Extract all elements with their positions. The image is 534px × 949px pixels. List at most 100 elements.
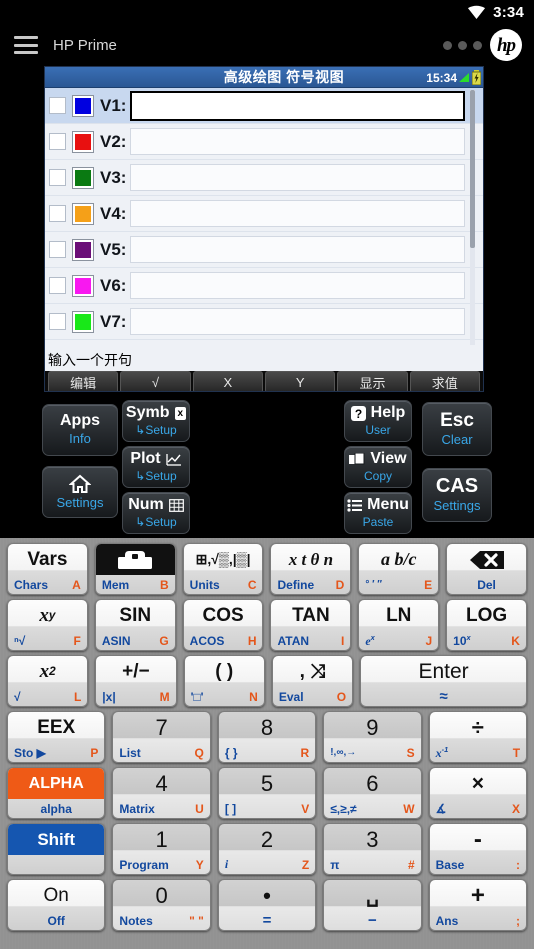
var-label-v3: V3: (100, 167, 127, 187)
plot-label: Plot (130, 450, 181, 468)
softkey-show[interactable]: 显示 (337, 371, 408, 391)
one-key[interactable]: 1 Program Y (112, 823, 211, 875)
six-key[interactable]: 6 ≤,≥,≠ W (323, 767, 422, 819)
ln-key-alpha: J (425, 633, 433, 648)
tan-key[interactable]: TAN ATAN I (270, 599, 352, 651)
delete-key[interactable]: Del (446, 543, 527, 595)
ln-key[interactable]: LN ex J (358, 599, 440, 651)
color-swatch-v4[interactable] (72, 202, 94, 225)
power-key[interactable]: xy ⁿ√ F (7, 599, 88, 651)
checkbox-v4[interactable] (49, 205, 66, 222)
softkey-y[interactable]: Y (264, 371, 336, 391)
checkbox-v5[interactable] (49, 241, 66, 258)
var-input-v7[interactable] (130, 308, 465, 335)
cas-button[interactable]: CAS Settings (422, 468, 492, 522)
square-key-top: x2 (39, 660, 56, 682)
shift-key[interactable]: Shift (7, 823, 106, 875)
var-row-v5[interactable]: V5: (45, 232, 483, 268)
color-swatch-v5[interactable] (72, 238, 94, 261)
define-key[interactable]: x t θ n Define D (270, 543, 352, 595)
eex-key[interactable]: EEX Sto ▶ P (7, 711, 106, 763)
fraction-key[interactable]: a b/c ° ′ ″ E (358, 543, 440, 595)
var-label-v5: V5: (100, 239, 127, 259)
color-swatch-v6[interactable] (72, 274, 94, 297)
var-input-v2[interactable] (130, 128, 465, 155)
space-key-shift: − (368, 912, 377, 929)
square-key[interactable]: x2 √ L (7, 655, 89, 707)
on-key[interactable]: On Off (7, 879, 106, 931)
vars-key[interactable]: Vars Chars A (7, 543, 88, 595)
decimal-key[interactable]: • = (217, 879, 317, 931)
zero-key[interactable]: 0 Notes " " (112, 879, 211, 931)
mem-key[interactable]: Mem B (94, 543, 176, 595)
color-swatch-v7[interactable] (72, 310, 94, 333)
softkey-check[interactable]: √ (120, 371, 191, 391)
alpha-key[interactable]: ALPHA alpha (7, 767, 106, 819)
symb-button[interactable]: Symb x ↳Setup (122, 400, 190, 442)
six-key-top: 6 (366, 770, 379, 796)
softkey-x[interactable]: X (192, 371, 263, 391)
var-row-v7[interactable]: V7: (45, 304, 483, 340)
var-input-v3[interactable] (130, 164, 465, 191)
nine-key[interactable]: 9 !,∞,→ S (323, 711, 422, 763)
five-key[interactable]: 5 [ ] V (217, 767, 317, 819)
space-key[interactable]: ␣ − (323, 879, 422, 931)
var-row-v1[interactable]: V1: (45, 88, 483, 124)
list-scrollbar-thumb[interactable] (470, 90, 475, 248)
checkbox-v3[interactable] (49, 169, 66, 186)
checkbox-v6[interactable] (49, 277, 66, 294)
hamburger-menu-icon[interactable] (14, 36, 38, 54)
keypad-row-6: Shift 1 Program Y 2 i Z 3 π # - Base: (0, 823, 534, 875)
one-key-top: 1 (155, 826, 168, 852)
help-button[interactable]: ? Help User (344, 400, 412, 442)
checkbox-v1[interactable] (49, 97, 66, 114)
two-key[interactable]: 2 i Z (217, 823, 317, 875)
var-input-v5[interactable] (130, 236, 465, 263)
multiply-key[interactable]: × ∡ X (428, 767, 528, 819)
var-input-v4[interactable] (130, 200, 465, 227)
log-key-top: LOG (465, 604, 508, 626)
cos-key[interactable]: COS ACOS H (182, 599, 264, 651)
sin-key[interactable]: SIN ASIN G (94, 599, 176, 651)
comma-key[interactable]: , ⤨ Eval O (271, 655, 354, 707)
softkey-edit[interactable]: 编辑 (48, 371, 119, 391)
enter-key[interactable]: Enter ≈ (360, 655, 528, 707)
var-row-v6[interactable]: V6: (45, 268, 483, 304)
view-button[interactable]: View Copy (344, 446, 412, 488)
seven-key[interactable]: 7 List Q (112, 711, 211, 763)
home-button[interactable]: Settings (42, 466, 118, 518)
parens-key-top: ( ) (215, 660, 234, 682)
menu-button[interactable]: Menu Paste (344, 492, 412, 534)
checkbox-v2[interactable] (49, 133, 66, 150)
var-row-v3[interactable]: V3: (45, 160, 483, 196)
four-key-shift: Matrix (119, 801, 155, 816)
four-key[interactable]: 4 Matrix U (112, 767, 211, 819)
esc-button[interactable]: Esc Clear (422, 402, 492, 456)
var-row-v2[interactable]: V2: (45, 124, 483, 160)
checkbox-v7[interactable] (49, 313, 66, 330)
overflow-dots-icon[interactable] (443, 40, 482, 50)
units-key[interactable]: ⊞,√▒,|▒| Units C (182, 543, 264, 595)
var-input-v6[interactable] (130, 272, 465, 299)
var-row-v4[interactable]: V4: (45, 196, 483, 232)
color-swatch-v2[interactable] (72, 130, 94, 153)
color-swatch-v3[interactable] (72, 166, 94, 189)
log-key[interactable]: LOG 10x K (446, 599, 527, 651)
divide-key[interactable]: ÷ x-1 T (428, 711, 528, 763)
minus-key[interactable]: - Base: (428, 823, 528, 875)
num-button[interactable]: Num ↳Setup (122, 492, 190, 534)
color-swatch-v1[interactable] (72, 94, 94, 117)
three-key-alpha: # (407, 857, 415, 872)
var-input-v1[interactable] (130, 90, 465, 121)
plot-button[interactable]: Plot ↳Setup (122, 446, 190, 488)
softkey-eval[interactable]: 求值 (409, 371, 480, 391)
decimal-key-top: • (263, 882, 271, 908)
plus-key[interactable]: + Ans; (428, 879, 528, 931)
three-key[interactable]: 3 π # (323, 823, 422, 875)
apps-button[interactable]: Apps Info (42, 404, 118, 456)
negate-key[interactable]: +/− |x| M (95, 655, 177, 707)
parens-key[interactable]: ( ) '□' N (183, 655, 265, 707)
eight-key[interactable]: 8 { } R (217, 711, 317, 763)
help-label: ? Help (350, 404, 405, 422)
symb-x-badge: x (174, 406, 187, 420)
